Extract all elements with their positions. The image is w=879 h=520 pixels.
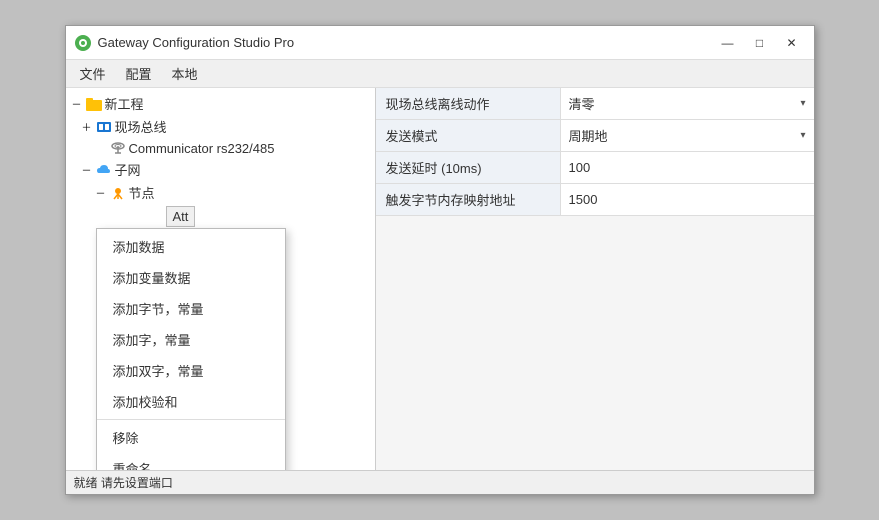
- close-button[interactable]: ✕: [778, 32, 806, 54]
- context-menu-item-0[interactable]: 添加数据: [97, 231, 285, 262]
- menu-file[interactable]: 文件: [70, 60, 116, 87]
- main-content: － 新工程 ＋ 现场: [66, 88, 814, 470]
- menu-local[interactable]: 本地: [162, 60, 208, 87]
- tree-item-subnet[interactable]: － 子网: [66, 158, 375, 181]
- main-window: Gateway Configuration Studio Pro — □ ✕ 文…: [65, 25, 815, 495]
- window-controls: — □ ✕: [714, 32, 806, 54]
- dropdown-arrow-0: ▾: [800, 98, 805, 109]
- prop-value-text-2: 100: [569, 160, 591, 175]
- prop-value-text-0: 清零: [569, 94, 595, 113]
- context-menu-separator: [97, 419, 285, 420]
- att-area: Att: [66, 204, 375, 228]
- dropdown-arrow-1: ▾: [800, 130, 805, 141]
- prop-row-0: 现场总线离线动作 清零 ▾: [376, 88, 814, 120]
- prop-value-text-3: 1500: [569, 192, 598, 207]
- node-icon: [110, 185, 126, 201]
- att-label: Att: [166, 206, 196, 227]
- prop-row-3: 触发字节内存映射地址 1500: [376, 184, 814, 216]
- prop-value-3[interactable]: 1500: [561, 184, 814, 215]
- prop-label-2: 发送延时 (10ms): [376, 152, 561, 183]
- maximize-button[interactable]: □: [746, 32, 774, 54]
- tree-bus-label: 现场总线: [115, 117, 167, 136]
- tree-toggle-subnet[interactable]: －: [80, 163, 94, 177]
- context-menu-item-7[interactable]: 重命名: [97, 453, 285, 470]
- prop-label-3: 触发字节内存映射地址: [376, 184, 561, 215]
- prop-row-2: 发送延时 (10ms) 100: [376, 152, 814, 184]
- tree-item-comm[interactable]: Communicator rs232/485: [66, 138, 375, 158]
- context-menu-item-1[interactable]: 添加变量数据: [97, 262, 285, 293]
- tree-subnet-label: 子网: [115, 160, 141, 179]
- folder-icon: [86, 96, 102, 112]
- context-menu: 添加数据 添加变量数据 添加字节，常量 添加字，常量 添加双字，常量 添加校验和…: [96, 228, 286, 470]
- comm-icon: [110, 140, 126, 156]
- status-bar: 就绪 请先设置端口: [66, 470, 814, 494]
- cloud-icon: [96, 162, 112, 178]
- context-menu-item-4[interactable]: 添加双字，常量: [97, 355, 285, 386]
- app-icon: [74, 34, 92, 52]
- prop-row-1: 发送模式 周期地 ▾: [376, 120, 814, 152]
- prop-value-1[interactable]: 周期地 ▾: [561, 120, 814, 151]
- context-menu-item-6[interactable]: 移除: [97, 422, 285, 453]
- tree-item-root[interactable]: － 新工程: [66, 92, 375, 115]
- tree-toggle-node[interactable]: －: [94, 186, 108, 200]
- tree-root-label: 新工程: [105, 94, 144, 113]
- right-panel: 现场总线离线动作 清零 ▾ 发送模式 周期地 ▾ 发送延时 (10ms) 100: [376, 88, 814, 470]
- tree-item-node[interactable]: － 节点: [66, 181, 375, 204]
- prop-label-1: 发送模式: [376, 120, 561, 151]
- minimize-button[interactable]: —: [714, 32, 742, 54]
- tree-toggle-root[interactable]: －: [70, 97, 84, 111]
- context-menu-item-5[interactable]: 添加校验和: [97, 386, 285, 417]
- menu-bar: 文件 配置 本地: [66, 60, 814, 88]
- tree-item-bus[interactable]: ＋ 现场总线: [66, 115, 375, 138]
- prop-value-2[interactable]: 100: [561, 152, 814, 183]
- tree-toggle-bus[interactable]: ＋: [80, 120, 94, 134]
- tree-comm-label: Communicator rs232/485: [129, 141, 275, 156]
- menu-config[interactable]: 配置: [116, 60, 162, 87]
- prop-value-text-1: 周期地: [569, 126, 608, 145]
- prop-value-0[interactable]: 清零 ▾: [561, 88, 814, 119]
- window-title: Gateway Configuration Studio Pro: [98, 35, 714, 50]
- prop-label-0: 现场总线离线动作: [376, 88, 561, 119]
- title-bar: Gateway Configuration Studio Pro — □ ✕: [66, 26, 814, 60]
- tree-node-label: 节点: [129, 183, 155, 202]
- context-menu-item-2[interactable]: 添加字节，常量: [97, 293, 285, 324]
- context-menu-item-3[interactable]: 添加字，常量: [97, 324, 285, 355]
- status-text: 就绪 请先设置端口: [74, 474, 173, 491]
- bus-icon: [96, 119, 112, 135]
